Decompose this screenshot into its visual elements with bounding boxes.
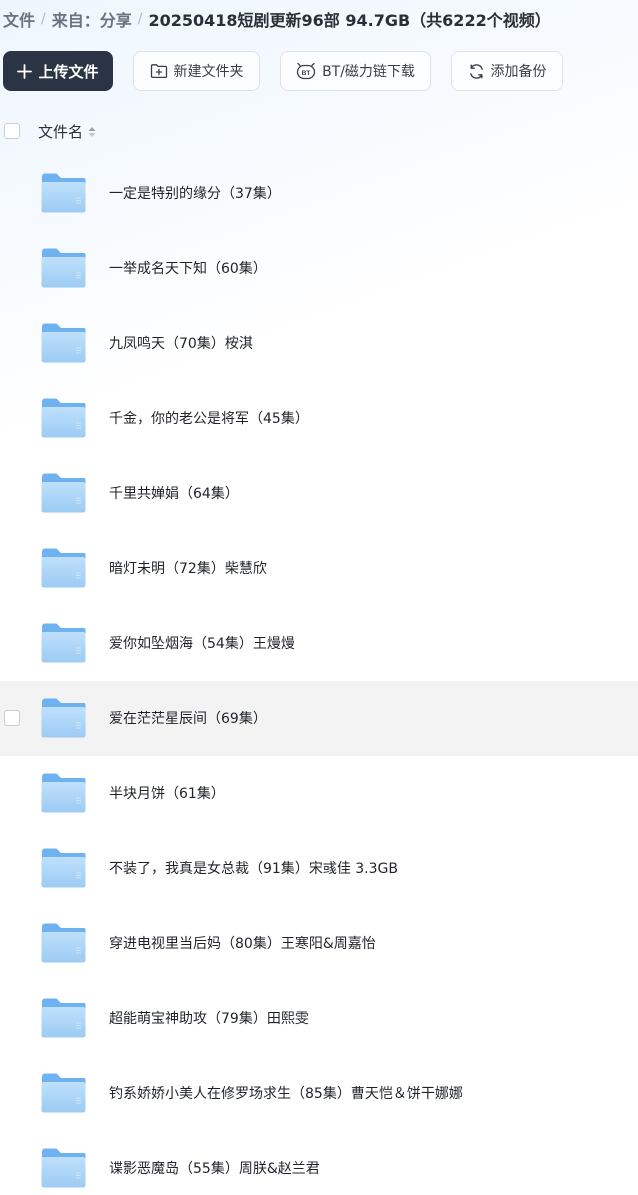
folder-row[interactable]: 一定是特别的缘分（37集） (0, 156, 638, 231)
folder-icon (40, 922, 87, 964)
folder-name: 谍影恶魔岛（55集）周朕&赵兰君 (109, 1161, 320, 1177)
folder-row[interactable]: 半块月饼（61集） (0, 756, 638, 831)
breadcrumb-shared-link[interactable]: 来自：分享 (52, 7, 132, 31)
breadcrumb-separator: / (41, 11, 46, 27)
folder-name: 千金，你的老公是将军（45集） (109, 411, 309, 427)
folder-name: 半块月饼（61集） (109, 786, 225, 802)
sync-icon (468, 63, 485, 80)
folder-icon (40, 697, 87, 739)
breadcrumb-separator: / (137, 11, 143, 27)
folder-icon (40, 247, 87, 289)
add-backup-label: 添加备份 (490, 64, 547, 80)
folder-row[interactable]: 钓系娇娇小美人在修罗场求生（85集）曹天恺＆饼干娜娜 (0, 1056, 638, 1131)
folder-row[interactable]: 暗灯未明（72集）柴慧欣 (0, 531, 638, 606)
file-name-column-label: 文件名 (38, 123, 84, 141)
folder-name: 穿进电视里当后妈（80集）王寒阳&周嘉怡 (109, 936, 376, 952)
folder-icon (40, 322, 87, 364)
folder-row[interactable]: 爱你如坠烟海（54集）王熳熳 (0, 606, 638, 681)
file-browser-page: 文件 / 来自：分享 / 20250418短剧更新96部 94.7GB（共622… (0, 0, 638, 1195)
folder-icon (40, 772, 87, 814)
sort-icon (88, 126, 96, 138)
svg-text:BT: BT (302, 70, 311, 77)
plus-icon (17, 63, 33, 79)
select-all-checkbox[interactable] (4, 123, 20, 139)
folder-name: 爱在茫茫星辰间（69集） (109, 711, 267, 727)
folder-icon (40, 997, 87, 1039)
folder-row[interactable]: 千金，你的老公是将军（45集） (0, 381, 638, 456)
folder-name: 一定是特别的缘分（37集） (109, 186, 281, 202)
folder-icon (40, 1072, 87, 1114)
sort-by-name-header[interactable]: 文件名 (38, 121, 96, 142)
folder-name: 一举成名天下知（60集） (109, 261, 267, 277)
row-checkbox[interactable] (4, 710, 20, 726)
folder-name: 超能萌宝神助攻（79集）田熙雯 (109, 1011, 309, 1027)
file-list: 一定是特别的缘分（37集） 一举成名天下知（60集） 九凤鸣天（70集）桉淇 千… (0, 156, 638, 1195)
folder-name: 爱你如坠烟海（54集）王熳熳 (109, 636, 295, 652)
folder-row[interactable]: 穿进电视里当后妈（80集）王寒阳&周嘉怡 (0, 906, 638, 981)
folder-name: 暗灯未明（72集）柴慧欣 (109, 561, 267, 577)
bt-magnet-download-label: BT/磁力链下载 (322, 64, 415, 80)
new-folder-label: 新建文件夹 (173, 64, 244, 80)
upload-file-label: 上传文件 (38, 62, 99, 81)
folder-row[interactable]: 谍影恶魔岛（55集）周朕&赵兰君 (0, 1131, 638, 1195)
folder-name: 千里共婵娟（64集） (109, 486, 239, 502)
folder-icon (40, 547, 87, 589)
bt-icon: BT (296, 62, 316, 80)
folder-row[interactable]: 千里共婵娟（64集） (0, 456, 638, 531)
folder-row[interactable]: 超能萌宝神助攻（79集）田熙雯 (0, 981, 638, 1056)
new-folder-button[interactable]: 新建文件夹 (133, 51, 260, 91)
folder-icon (40, 622, 87, 664)
folder-row[interactable]: 九凤鸣天（70集）桉淇 (0, 306, 638, 381)
toolbar: 上传文件 新建文件夹 BT BT/磁力链下载 添加备份 (3, 51, 563, 91)
breadcrumb: 文件 / 来自：分享 / 20250418短剧更新96部 94.7GB（共622… (3, 7, 551, 31)
bt-magnet-download-button[interactable]: BT BT/磁力链下载 (280, 51, 431, 91)
folder-name: 钓系娇娇小美人在修罗场求生（85集）曹天恺＆饼干娜娜 (109, 1086, 463, 1102)
breadcrumb-root-link[interactable]: 文件 (3, 7, 35, 31)
folder-name: 不装了，我真是女总裁（91集）宋彧佳 3.3GB (109, 861, 398, 877)
folder-icon (40, 1147, 87, 1189)
file-list-header: 文件名 (0, 116, 638, 146)
folder-icon (40, 172, 87, 214)
folder-row[interactable]: 不装了，我真是女总裁（91集）宋彧佳 3.3GB (0, 831, 638, 906)
folder-name: 九凤鸣天（70集）桉淇 (109, 336, 253, 352)
folder-row[interactable]: 爱在茫茫星辰间（69集） (0, 681, 638, 756)
upload-file-button[interactable]: 上传文件 (3, 51, 113, 91)
folder-icon (40, 397, 87, 439)
breadcrumb-current-folder: 20250418短剧更新96部 94.7GB（共6222个视频） (148, 11, 551, 30)
folder-row[interactable]: 一举成名天下知（60集） (0, 231, 638, 306)
folder-plus-icon (150, 63, 168, 79)
folder-icon (40, 472, 87, 514)
add-backup-button[interactable]: 添加备份 (451, 51, 563, 91)
folder-icon (40, 847, 87, 889)
